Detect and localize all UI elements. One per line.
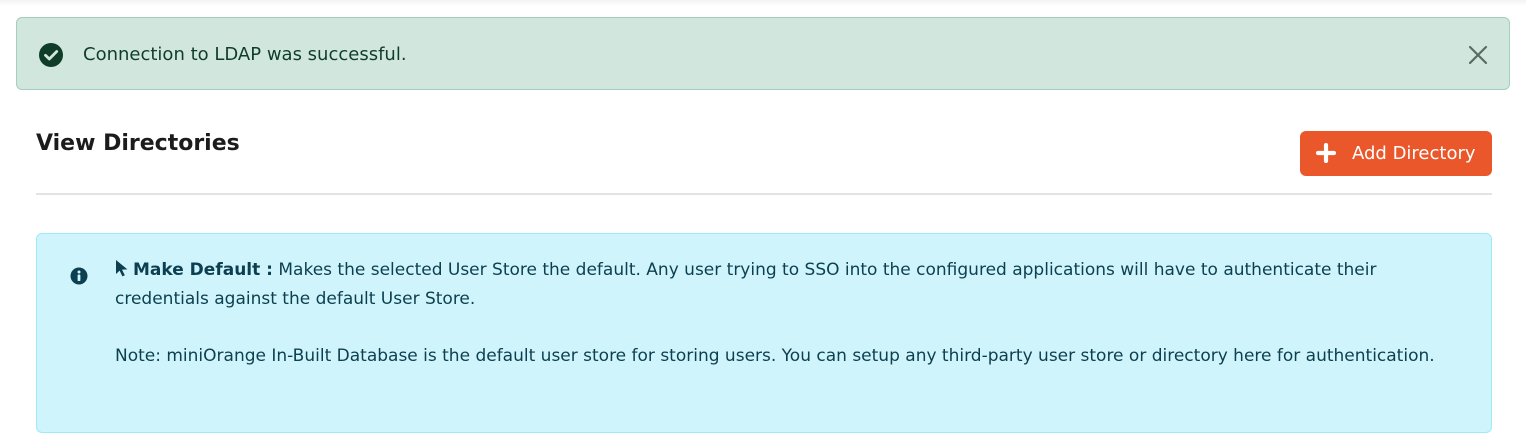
top-shadow <box>0 0 1526 6</box>
info-icon <box>70 267 88 285</box>
check-circle-icon <box>39 43 63 67</box>
success-alert: Connection to LDAP was successful. <box>16 17 1510 90</box>
make-default-paragraph: Make Default : Makes the selected User S… <box>115 256 1455 314</box>
add-directory-button[interactable]: Add Directory <box>1300 131 1492 176</box>
note-paragraph: Note: miniOrange In-Built Database is th… <box>115 346 1435 366</box>
page-title: View Directories <box>36 131 240 156</box>
make-default-label: Make Default : <box>133 260 273 280</box>
info-text: Make Default : Makes the selected User S… <box>115 256 1455 371</box>
add-directory-label: Add Directory <box>1352 143 1476 164</box>
close-icon[interactable] <box>1467 44 1489 66</box>
alert-message: Connection to LDAP was successful. <box>83 44 407 65</box>
make-default-description: Makes the selected User Store the defaul… <box>115 260 1377 309</box>
mouse-pointer-icon <box>116 260 128 277</box>
divider <box>36 193 1492 195</box>
plus-icon <box>1316 143 1336 163</box>
info-panel: Make Default : Makes the selected User S… <box>36 233 1492 433</box>
